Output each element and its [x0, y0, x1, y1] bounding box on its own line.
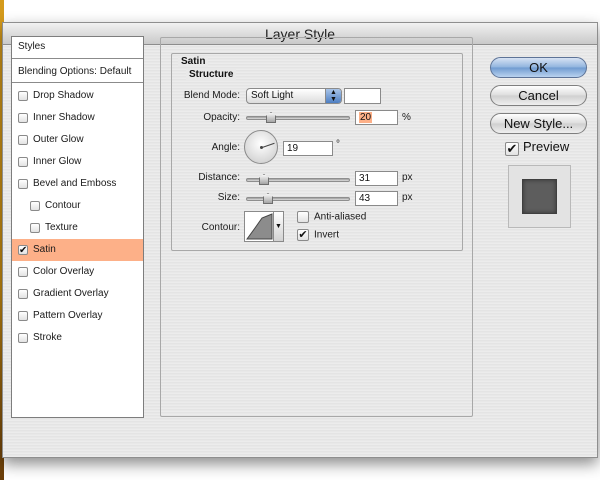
size-slider[interactable]: [246, 193, 350, 204]
style-item-label: Drop Shadow: [33, 90, 94, 101]
distance-label: Distance:: [198, 172, 240, 183]
select-arrows-icon: ▲ ▼: [325, 89, 341, 103]
opacity-input[interactable]: 20: [355, 110, 398, 125]
contour-dropdown-arrow-icon[interactable]: ▼: [273, 212, 283, 241]
style-item-label: Satin: [33, 244, 56, 255]
style-item-label: Stroke: [33, 332, 62, 343]
style-item-checkbox[interactable]: [18, 157, 28, 167]
style-item-checkbox[interactable]: [18, 267, 28, 277]
style-item-contour[interactable]: Contour: [12, 195, 143, 217]
style-item-checkbox[interactable]: [18, 289, 28, 299]
angle-value: 19: [287, 143, 299, 154]
opacity-unit: %: [402, 112, 411, 123]
cancel-button[interactable]: Cancel: [490, 85, 587, 106]
blending-options-item[interactable]: Blending Options: Default: [12, 61, 143, 83]
style-item-checkbox[interactable]: [18, 91, 28, 101]
distance-slider[interactable]: [246, 174, 350, 185]
blend-mode-label: Blend Mode:: [183, 90, 240, 101]
style-item-inner-glow[interactable]: Inner Glow: [12, 151, 143, 173]
invert-checkbox-box[interactable]: ✔: [297, 229, 309, 241]
style-item-checkbox[interactable]: [30, 223, 40, 233]
style-item-label: Inner Shadow: [33, 112, 95, 123]
style-item-satin[interactable]: ✔ Satin: [12, 239, 143, 261]
preview-checkbox-box[interactable]: ✔: [505, 142, 519, 156]
size-label: Size:: [217, 192, 240, 203]
invert-label: Invert: [314, 229, 340, 241]
anti-aliased-checkbox[interactable]: Anti-aliased: [297, 211, 366, 223]
angle-dial-hand: [262, 142, 275, 148]
size-input[interactable]: 43: [355, 191, 398, 206]
style-item-pattern-overlay[interactable]: Pattern Overlay: [12, 305, 143, 327]
angle-input[interactable]: 19: [283, 141, 333, 156]
style-item-label: Inner Glow: [33, 156, 82, 167]
blend-mode-value: Soft Light: [251, 90, 294, 101]
style-item-checkbox[interactable]: [18, 311, 28, 321]
blend-mode-select[interactable]: Soft Light ▲ ▼: [246, 88, 342, 104]
structure-title: Structure: [186, 69, 237, 80]
style-item-inner-shadow[interactable]: Inner Shadow: [12, 107, 143, 129]
style-item-texture[interactable]: Texture: [12, 217, 143, 239]
style-preview-swatch: [522, 179, 557, 214]
ok-button[interactable]: OK: [490, 57, 587, 78]
style-item-label: Bevel and Emboss: [33, 178, 117, 189]
style-item-drop-shadow[interactable]: Drop Shadow: [12, 85, 143, 107]
size-unit: px: [402, 192, 413, 203]
distance-unit: px: [402, 172, 413, 183]
style-item-checkbox[interactable]: ✔: [18, 245, 28, 256]
style-preview: [508, 165, 571, 228]
style-item-label: Contour: [45, 200, 81, 211]
satin-color-swatch[interactable]: [344, 88, 381, 104]
style-item-gradient-overlay[interactable]: Gradient Overlay: [12, 283, 143, 305]
style-item-checkbox[interactable]: [30, 201, 40, 211]
anti-aliased-label: Anti-aliased: [314, 211, 367, 223]
contour-label: Contour:: [201, 222, 240, 233]
opacity-label: Opacity:: [203, 112, 240, 123]
anti-aliased-checkbox-box[interactable]: [297, 211, 309, 223]
angle-dial-center: [260, 146, 263, 149]
angle-unit: °: [336, 139, 340, 150]
style-item-label: Outer Glow: [33, 134, 84, 145]
style-item-label: Color Overlay: [33, 266, 95, 277]
style-item-outer-glow[interactable]: Outer Glow: [12, 129, 143, 151]
new-style-button[interactable]: New Style...: [490, 113, 587, 134]
style-item-label: Pattern Overlay: [33, 310, 103, 321]
style-item-checkbox[interactable]: [18, 135, 28, 145]
style-item-label: Texture: [45, 222, 78, 233]
opacity-value: 20: [359, 112, 373, 123]
preview-label: Preview: [523, 139, 570, 154]
angle-label: Angle:: [211, 142, 240, 153]
style-item-checkbox[interactable]: [18, 179, 28, 189]
style-item-checkbox[interactable]: [18, 333, 28, 343]
contour-picker[interactable]: ▼: [244, 211, 284, 242]
style-item-stroke[interactable]: Stroke: [12, 327, 143, 349]
opacity-slider[interactable]: [246, 112, 350, 123]
style-item-checkbox[interactable]: [18, 113, 28, 123]
distance-input[interactable]: 31: [355, 171, 398, 186]
invert-checkbox[interactable]: ✔ Invert: [297, 229, 339, 241]
size-value: 43: [359, 193, 371, 204]
style-item-color-overlay[interactable]: Color Overlay: [12, 261, 143, 283]
distance-value: 31: [359, 173, 371, 184]
preview-checkbox[interactable]: ✔ Preview: [505, 139, 569, 156]
angle-dial[interactable]: [244, 130, 278, 164]
styles-header[interactable]: Styles: [12, 37, 143, 59]
contour-curve-icon: [246, 213, 273, 240]
style-item-label: Gradient Overlay: [33, 288, 109, 299]
styles-panel: Styles Blending Options: Default Drop Sh…: [11, 36, 144, 418]
style-item-bevel-and-emboss[interactable]: Bevel and Emboss: [12, 173, 143, 195]
